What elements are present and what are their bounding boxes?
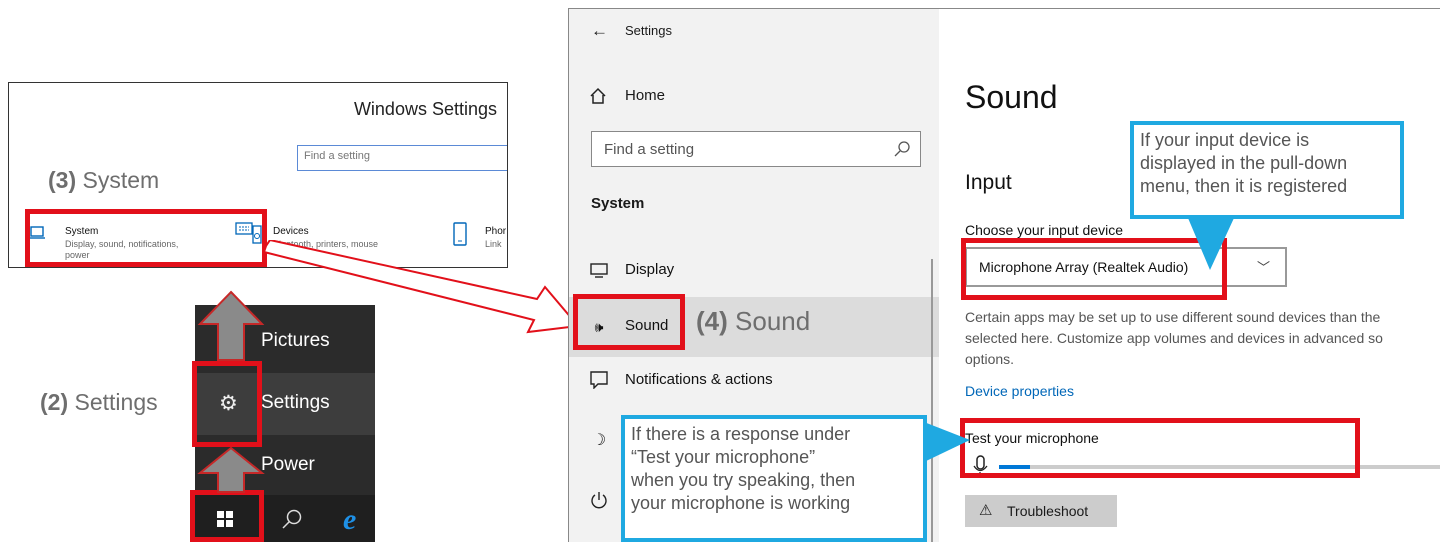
input-info-line-2: selected here. Customize app volumes and… [965, 330, 1383, 346]
nav-home-label: Home [625, 87, 666, 104]
nav-home[interactable]: Home [569, 81, 939, 113]
arrow-system-to-sound [262, 240, 580, 334]
highlight-settings-item [192, 361, 262, 447]
tile-phone-title: Phor [485, 226, 507, 237]
arrow-up-to-settings [197, 446, 265, 493]
input-info-line-1: Certain apps may be set up to use differ… [965, 309, 1381, 325]
callout-registered: If your input device is displayed in the… [1130, 121, 1404, 219]
step4-number: (4) [696, 306, 728, 336]
settings-window-title: Settings [625, 23, 672, 38]
page-title: Sound [965, 79, 1058, 115]
callout-working-pointer [924, 422, 970, 462]
focus-assist-icon: ☽ [591, 432, 607, 449]
callout-working-line-3: when you try speaking, then [631, 470, 856, 490]
step3-label: (3) System [48, 167, 159, 194]
choose-input-label: Choose your input device [965, 222, 1123, 238]
callout-working-line-1: If there is a response under [631, 424, 851, 444]
highlight-sound-nav [573, 294, 685, 350]
nav-section-system: System [591, 195, 645, 212]
tile-devices-title: Devices [273, 226, 309, 237]
svg-text:e: e [343, 505, 356, 533]
search-icon [894, 141, 910, 157]
display-icon [590, 263, 608, 278]
step3-number: (3) [48, 167, 77, 193]
step2-number: (2) [40, 389, 69, 415]
arrow-up-to-system [197, 290, 265, 361]
troubleshoot-label: Troubleshoot [1007, 503, 1089, 519]
troubleshoot-button[interactable]: ⚠ Troubleshoot [965, 495, 1117, 527]
callout-registered-line-1: If your input device is [1140, 130, 1310, 150]
input-heading: Input [965, 171, 1012, 194]
highlight-test-mic [960, 418, 1360, 478]
nav-display[interactable]: Display [569, 241, 939, 301]
power-sleep-icon [591, 492, 607, 509]
highlight-start-button [190, 490, 264, 542]
callout-registered-pointer [1188, 218, 1234, 270]
callout-registered-line-3: menu, then it is registered [1140, 176, 1348, 196]
settings-search-placeholder: Find a setting [604, 141, 695, 158]
highlight-system-tile [25, 209, 267, 267]
step4-text: Sound [735, 306, 811, 336]
step2-label: (2) Settings [40, 389, 158, 416]
nav-scrollbar[interactable] [931, 259, 933, 542]
input-info-text: Certain apps may be set up to use differ… [965, 307, 1383, 370]
home-icon [590, 87, 606, 104]
chevron-down-icon: ﹀ [1257, 260, 1271, 275]
callout-working: If there is a response under “Test your … [621, 415, 927, 542]
edge-icon[interactable]: e [341, 505, 369, 533]
settings-search-input[interactable]: Find a setting [591, 131, 921, 167]
callout-working-line-4: your microphone is working [631, 493, 851, 513]
device-properties-link[interactable]: Device properties [965, 383, 1074, 399]
callout-working-line-2: “Test your microphone” [631, 447, 816, 467]
windows-settings-title: Windows Settings [353, 99, 497, 119]
start-item-settings-label: Settings [261, 392, 330, 413]
callout-registered-line-2: displayed in the pull-down [1140, 153, 1348, 173]
search-icon[interactable] [281, 508, 303, 530]
step3-text: System [82, 167, 160, 193]
step4-label: (4) Sound [696, 306, 810, 337]
nav-notifications[interactable]: Notifications & actions [569, 351, 939, 411]
step2-text: Settings [74, 389, 158, 415]
nav-notifications-label: Notifications & actions [625, 371, 773, 388]
notifications-icon [590, 371, 608, 389]
nav-display-label: Display [625, 261, 675, 278]
warning-icon: ⚠ [979, 502, 993, 519]
start-item-power-label: Power [261, 454, 315, 475]
input-info-line-3: options. [965, 351, 1015, 367]
windows-settings-search-input[interactable]: Find a setting [297, 145, 507, 171]
back-arrow-icon[interactable]: ← [591, 21, 608, 41]
